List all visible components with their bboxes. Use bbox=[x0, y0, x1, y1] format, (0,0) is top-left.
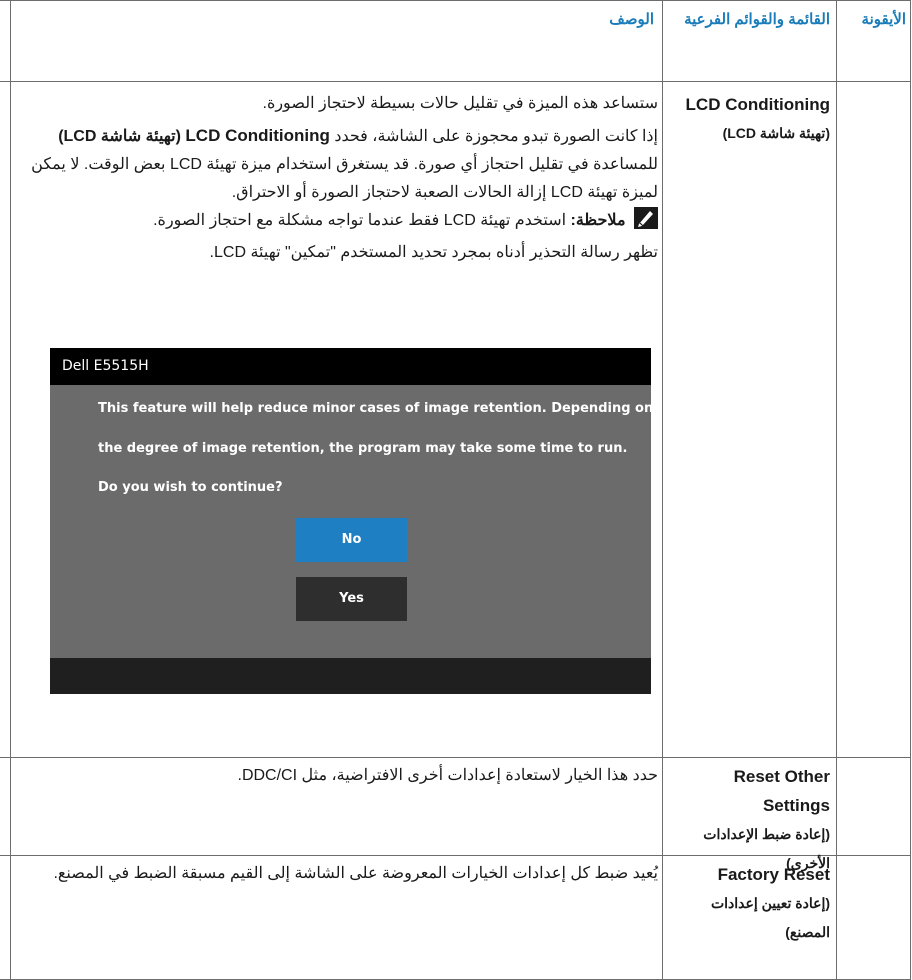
dialog-title: Dell E5515H bbox=[50, 348, 651, 385]
note-label: ملاحظة: bbox=[570, 212, 626, 229]
menu-item-subtitle: (إعادة تعيين إعدادات المصنع) bbox=[710, 895, 830, 940]
menu-factory-reset: Factory Reset (إعادة تعيين إعدادات المصن… bbox=[666, 860, 830, 947]
description-bold-text: LCD Conditioning bbox=[185, 126, 330, 145]
menu-item-title: Factory Reset bbox=[717, 865, 830, 884]
description-text: إذا كانت الصورة تبدو محجوزة على الشاشة، … bbox=[334, 128, 658, 145]
note-text: استخدم تهيئة LCD فقط عندما تواجه مشكلة م… bbox=[153, 212, 567, 229]
menu-item-subtitle: (تهيئة شاشة LCD) bbox=[722, 125, 830, 141]
table-row-divider bbox=[0, 757, 911, 758]
no-button[interactable]: No bbox=[296, 518, 407, 562]
header-menu: القائمة والقوائم الفرعية bbox=[684, 11, 830, 28]
table-row-divider bbox=[0, 81, 911, 82]
pencil-note-icon bbox=[634, 207, 658, 229]
table-border-right bbox=[910, 0, 911, 980]
description-paragraph: ستساعد هذه الميزة في تقليل حالات بسيطة ل… bbox=[262, 95, 659, 112]
dialog-footer bbox=[50, 658, 651, 694]
table-border-left bbox=[10, 0, 11, 980]
dialog-message-line: This feature will help reduce minor case… bbox=[98, 401, 654, 416]
menu-item-title: LCD Conditioning bbox=[685, 95, 830, 114]
description-factory-reset: يُعيد ضبط كل إعدادات الخيارات المعروضة ع… bbox=[53, 865, 658, 882]
table-col-divider bbox=[662, 0, 663, 980]
dialog-message-line: Do you wish to continue? bbox=[98, 480, 283, 495]
description-paragraph: تظهر رسالة التحذير أدناه بمجرد تحديد الم… bbox=[209, 244, 658, 261]
description-reset-other-settings: حدد هذا الخيار لاستعادة إعدادات أخرى الا… bbox=[237, 767, 658, 784]
menu-lcd-conditioning: LCD Conditioning (تهيئة شاشة LCD) bbox=[666, 90, 830, 148]
menu-item-title: Reset Other Settings bbox=[733, 767, 830, 815]
description-lcd-conditioning: ستساعد هذه الميزة في تقليل حالات بسيطة ل… bbox=[14, 90, 658, 267]
note-paragraph: ملاحظة: استخدم تهيئة LCD فقط عندما تواجه… bbox=[14, 207, 658, 235]
warning-dialog: Dell E5515H This feature will help reduc… bbox=[50, 348, 654, 694]
dialog-body: This feature will help reduce minor case… bbox=[50, 385, 654, 658]
header-description: الوصف bbox=[609, 11, 654, 28]
description-paragraph: إذا كانت الصورة تبدو محجوزة على الشاشة، … bbox=[14, 122, 658, 207]
dialog-message-line: the degree of image retention, the progr… bbox=[98, 441, 628, 456]
yes-button[interactable]: Yes bbox=[296, 577, 407, 621]
description-text: للمساعدة في تقليل احتجاز أي صورة. قد يست… bbox=[31, 156, 658, 201]
table-col-divider bbox=[836, 0, 837, 980]
settings-table: الأيقونة القائمة والقوائم الفرعية الوصف … bbox=[0, 0, 911, 980]
table-border-top bbox=[0, 0, 911, 1]
description-bold-text: (تهيئة شاشة LCD) bbox=[58, 128, 181, 145]
header-icon: الأيقونة bbox=[861, 11, 906, 28]
